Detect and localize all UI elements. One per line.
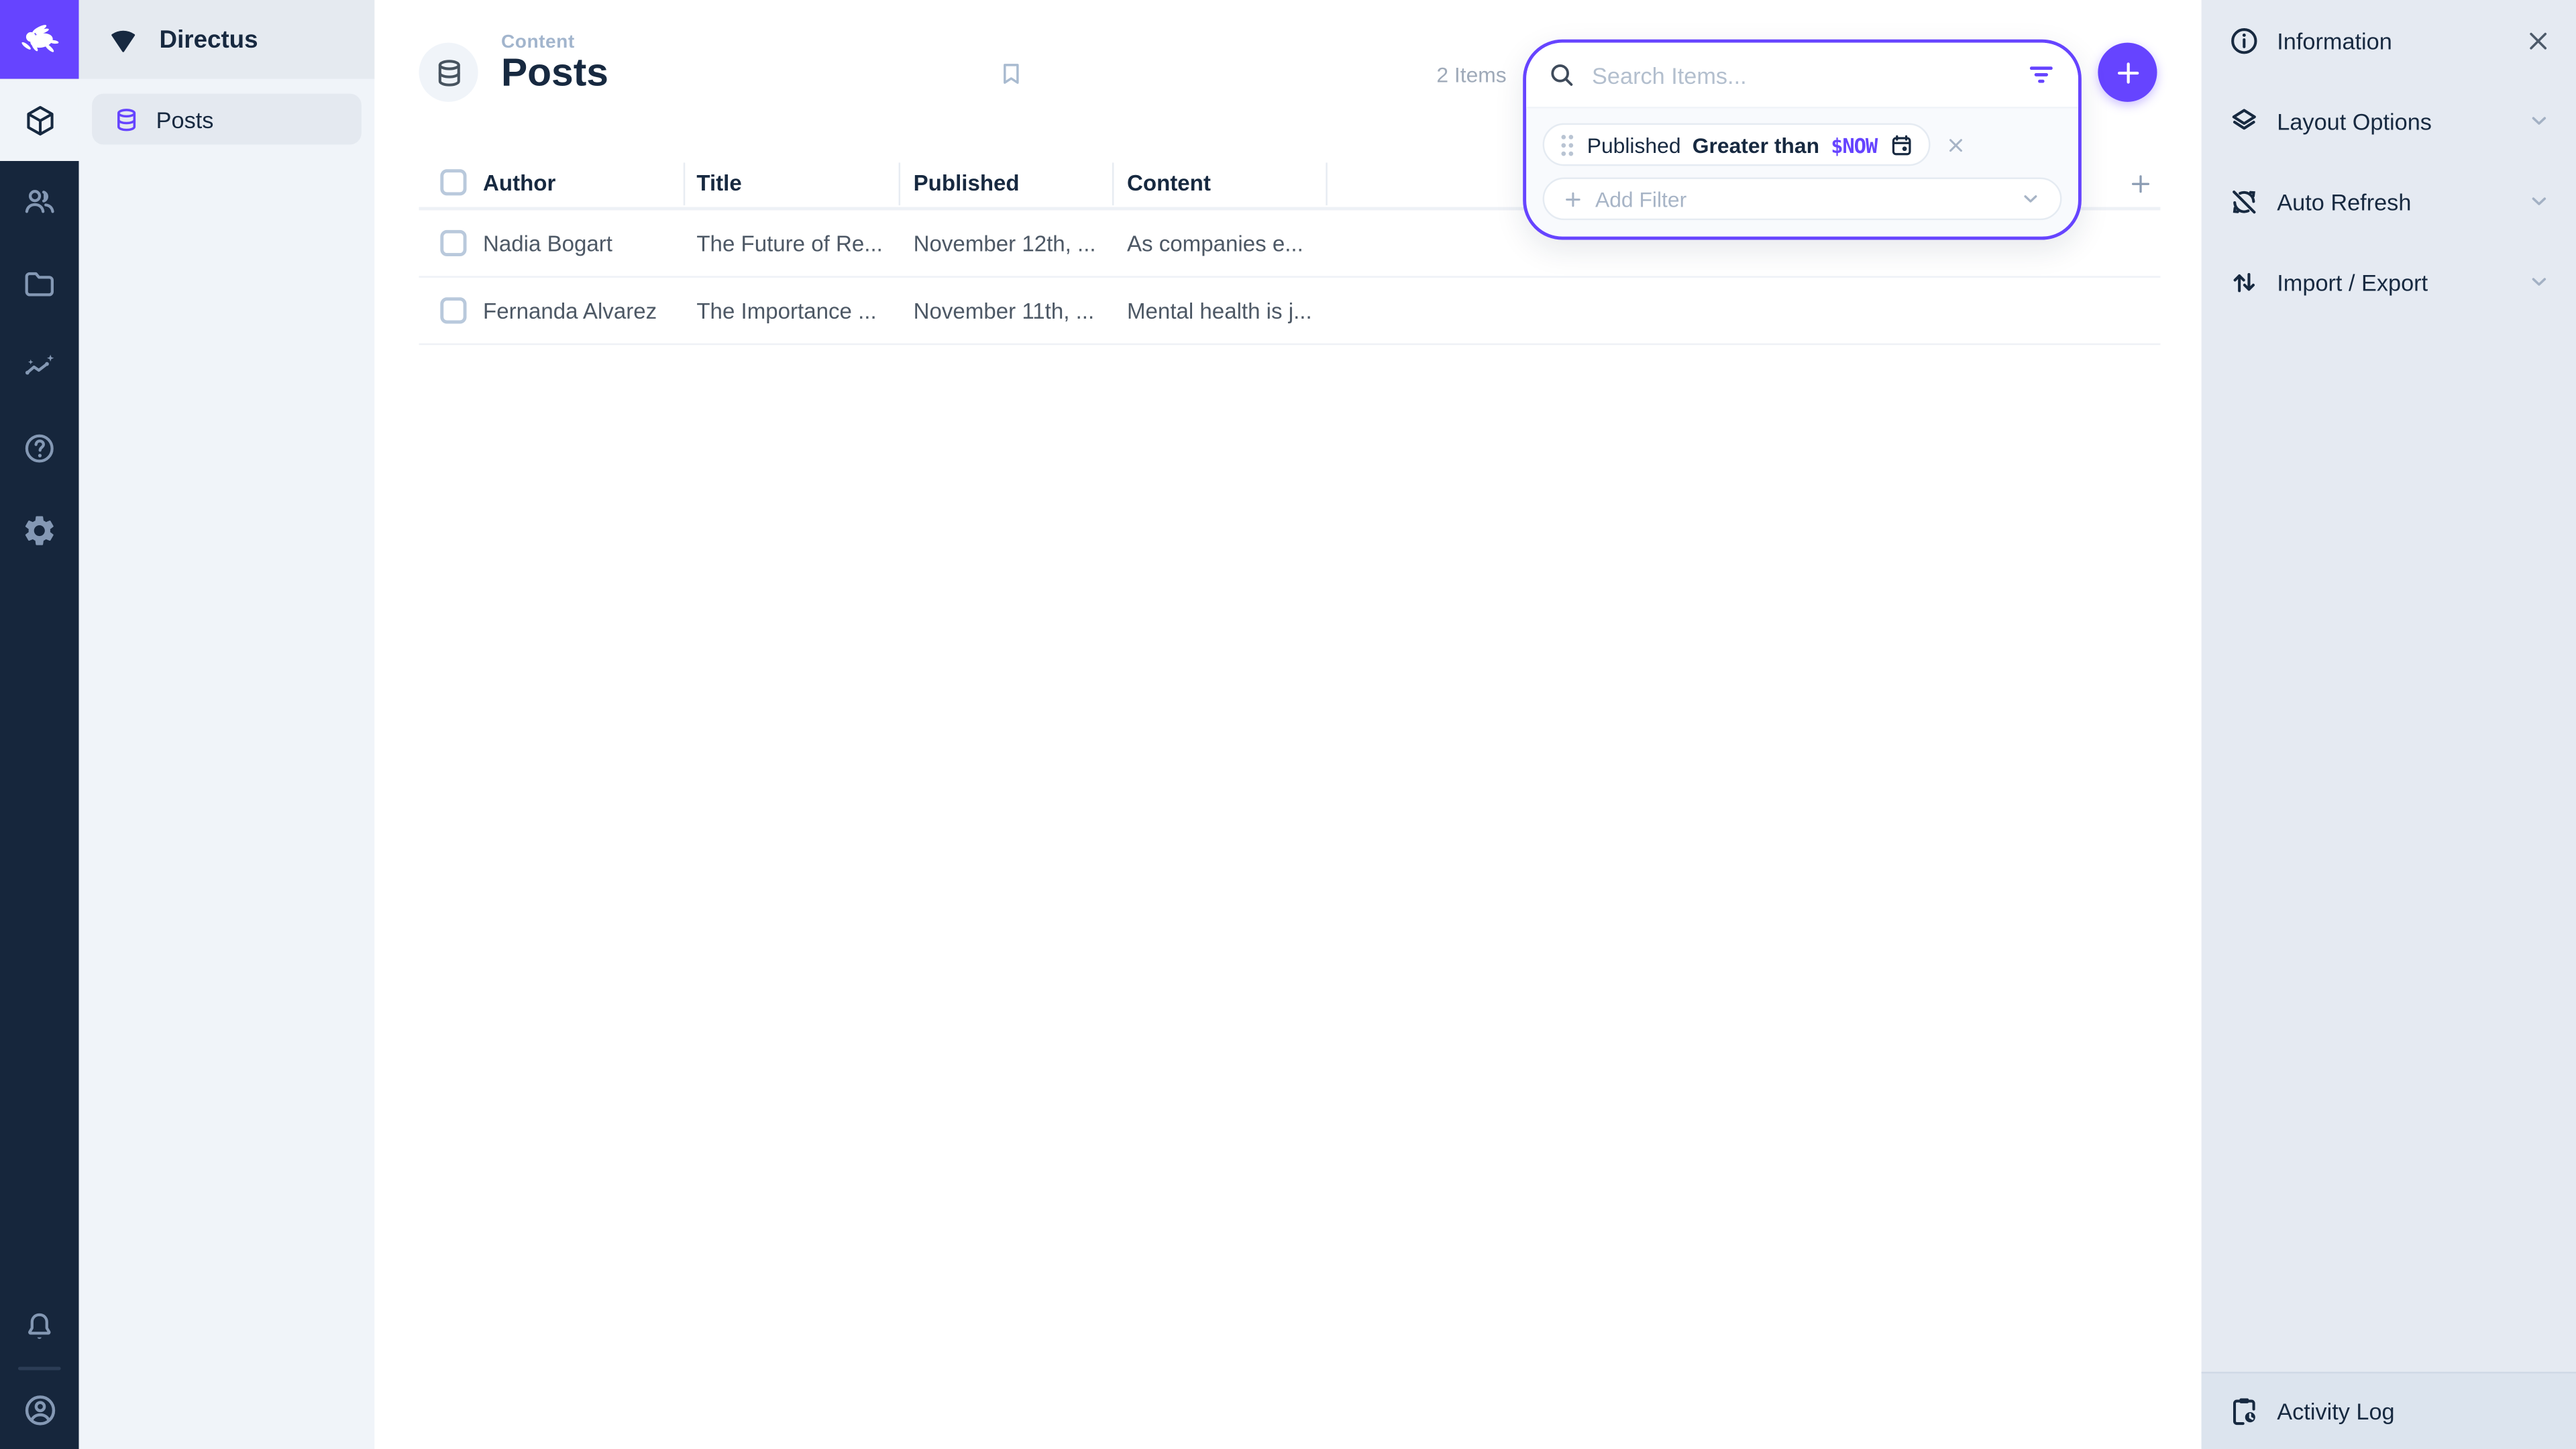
sidebar-section-label: Auto Refresh	[2277, 188, 2411, 214]
column-header-title[interactable]: Title	[696, 171, 741, 196]
chevron-down-icon	[2527, 189, 2552, 214]
column-divider[interactable]	[1326, 162, 1327, 205]
layers-icon	[2228, 105, 2261, 138]
column-divider[interactable]	[1112, 162, 1114, 205]
filter-field: Published	[1587, 132, 1681, 157]
add-column-icon[interactable]	[2127, 171, 2153, 197]
activity-log-button[interactable]: Activity Log	[2202, 1372, 2576, 1449]
filter-operator[interactable]: Greater than	[1693, 132, 1819, 157]
chevron-down-icon	[2527, 270, 2552, 294]
search-filter-panel: Published Greater than $NOW	[1523, 40, 2082, 240]
breadcrumb: Content	[501, 33, 608, 52]
activity-log-label: Activity Log	[2277, 1398, 2394, 1424]
cell-author: Fernanda Alvarez	[483, 299, 657, 324]
module-content[interactable]	[0, 79, 79, 161]
page-title-block: Content Posts	[501, 33, 608, 95]
column-header-author[interactable]: Author	[483, 171, 555, 196]
import-export-icon	[2228, 266, 2261, 299]
cell-content: Mental health is j...	[1127, 299, 1312, 324]
activity-log-icon	[2228, 1395, 2261, 1428]
calendar-icon[interactable]	[1888, 132, 1913, 157]
module-bar	[0, 0, 79, 1449]
column-header-content[interactable]: Content	[1127, 171, 1211, 196]
sidebar-section-layout-options[interactable]: Layout Options	[2202, 80, 2576, 161]
row-checkbox[interactable]	[440, 297, 466, 323]
help-icon	[21, 431, 58, 467]
plus-icon	[2112, 56, 2143, 88]
collection-nav-label: Posts	[156, 106, 214, 132]
select-all-checkbox[interactable]	[440, 169, 466, 195]
user-avatar[interactable]	[0, 1370, 79, 1449]
project-name: Directus	[160, 25, 258, 54]
directus-app: Directus Posts C	[0, 0, 2576, 1449]
sidebar-item-posts[interactable]: Posts	[92, 94, 362, 145]
sidebar-section-information[interactable]: Information	[2202, 0, 2576, 80]
sidebar-section-label: Information	[2277, 27, 2392, 53]
account-circle-icon	[21, 1391, 58, 1428]
project-fan-icon	[107, 23, 140, 56]
sidebar-section-label: Layout Options	[2277, 107, 2432, 133]
database-icon	[113, 106, 140, 132]
cell-published: November 11th, ...	[914, 299, 1095, 324]
cell-published: November 12th, ...	[914, 231, 1096, 256]
insights-chart-icon	[21, 348, 58, 384]
rabbit-logo-icon	[18, 18, 61, 61]
navigation-sidebar: Directus Posts	[79, 0, 375, 1449]
database-icon	[433, 56, 464, 88]
row-checkbox[interactable]	[440, 230, 466, 256]
info-icon	[2228, 24, 2261, 57]
folder-icon	[21, 266, 58, 303]
search-row	[1526, 43, 2078, 109]
notifications-button[interactable]	[0, 1288, 79, 1367]
bell-icon	[21, 1309, 58, 1346]
module-documentation[interactable]	[0, 407, 79, 489]
column-divider[interactable]	[899, 162, 900, 205]
close-sidebar-icon[interactable]	[2525, 27, 2551, 53]
search-icon	[1548, 60, 1577, 89]
directus-logo[interactable]	[0, 0, 79, 79]
plus-icon	[1562, 188, 1584, 209]
cell-title: The Importance ...	[696, 299, 876, 324]
users-icon	[21, 184, 58, 220]
filter-chip-published[interactable]: Published Greater than $NOW	[1543, 123, 1930, 166]
collection-icon-circle	[419, 43, 478, 102]
content-cube-icon	[22, 103, 56, 137]
table-row[interactable]: Fernanda Alvarez The Importance ... Nove…	[419, 278, 2160, 345]
create-item-button[interactable]	[2098, 43, 2157, 102]
remove-filter-icon[interactable]	[1944, 134, 1966, 156]
module-user-directory[interactable]	[0, 161, 79, 243]
cell-content: As companies e...	[1127, 231, 1303, 256]
filter-icon[interactable]	[2026, 59, 2057, 91]
info-sidebar: Information Layout Options	[2202, 0, 2576, 1449]
column-header-published[interactable]: Published	[914, 171, 1020, 196]
module-settings[interactable]	[0, 490, 79, 572]
add-filter-label: Add Filter	[1595, 186, 1686, 211]
active-filters-area: Published Greater than $NOW	[1526, 109, 2078, 237]
column-divider[interactable]	[684, 162, 685, 205]
module-file-library[interactable]	[0, 243, 79, 325]
gear-icon	[21, 513, 58, 549]
drag-handle-icon[interactable]	[1559, 132, 1575, 157]
filter-value[interactable]: $NOW	[1831, 132, 1877, 157]
search-input[interactable]	[1592, 62, 2026, 88]
sidebar-section-label: Import / Export	[2277, 268, 2428, 294]
sidebar-section-auto-refresh[interactable]: Auto Refresh	[2202, 161, 2576, 241]
add-filter-button[interactable]: Add Filter	[1543, 177, 2062, 220]
page-title: Posts	[501, 52, 608, 95]
main-content: Content Posts 2 Items	[374, 0, 2201, 1449]
sidebar-section-import-export[interactable]: Import / Export	[2202, 241, 2576, 322]
bookmark-icon[interactable]	[998, 59, 1026, 87]
cell-title: The Future of Re...	[696, 231, 883, 256]
cell-author: Nadia Bogart	[483, 231, 612, 256]
items-count: 2 Items	[1436, 62, 1506, 87]
chevron-down-icon	[2019, 187, 2042, 210]
project-header[interactable]: Directus	[79, 0, 375, 79]
module-insights[interactable]	[0, 325, 79, 407]
sync-disabled-icon	[2228, 185, 2261, 218]
chevron-down-icon	[2527, 109, 2552, 133]
